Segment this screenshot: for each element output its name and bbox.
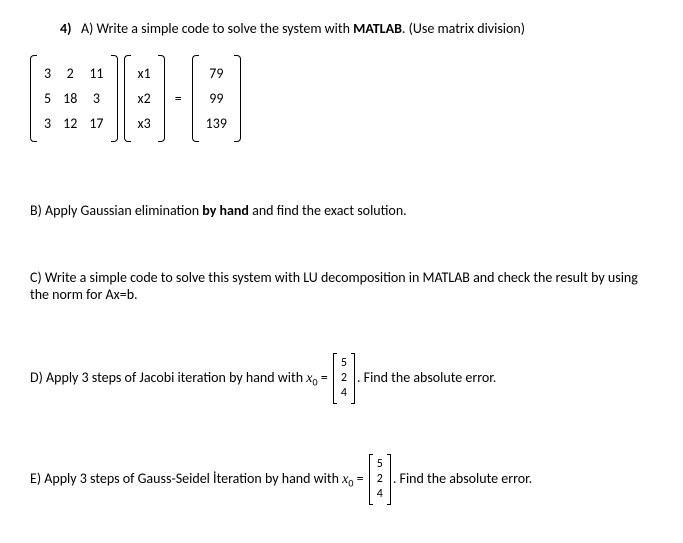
part-E: E) Apply 3 steps of Gauss-Seidel İterati… (30, 454, 653, 505)
partC-text: C) Write a simple code to solve this sys… (30, 269, 638, 303)
partB-tail: and find the exact solution. (249, 202, 407, 219)
partD-tail: . Find the absolute error. (357, 369, 496, 386)
partA-text: A) Write a simple code to solve the syst… (81, 20, 353, 37)
matrix-A: 3211 5183 31217 (30, 55, 118, 142)
partD-eq: = (318, 369, 331, 386)
part-B: B) Apply Gaussian elimination by hand an… (30, 202, 653, 219)
part-D: D) Apply 3 steps of Jacobi iteration by … (30, 353, 653, 404)
vector-b: 79 99 139 (192, 55, 241, 142)
question-header: 4) A) Write a simple code to solve the s… (60, 20, 653, 37)
vector-x: x1 x2 x3 (124, 55, 165, 142)
partE-pre: E) Apply 3 steps of Gauss-Seidel İterati… (30, 470, 342, 487)
vector-x0-e: 5 2 4 (369, 454, 391, 505)
vector-x0-d: 5 2 4 (333, 353, 355, 404)
partB-pre: B) Apply Gaussian elimination (30, 202, 202, 219)
partA-tail: . (Use matrix division) (402, 20, 525, 37)
partA-bold: MATLAB (353, 20, 402, 37)
part-C: C) Write a simple code to solve this sys… (30, 269, 653, 303)
partE-tail: . Find the absolute error. (393, 470, 532, 487)
partD-pre: D) Apply 3 steps of Jacobi iteration by … (30, 369, 306, 386)
q-number: 4) (60, 20, 71, 37)
partB-bold: by hand (202, 202, 249, 219)
equals-sign: = (175, 90, 182, 107)
equation-row: 3211 5183 31217 x1 x2 x3 = 79 99 139 (30, 55, 653, 142)
partE-eq: = (353, 470, 366, 487)
